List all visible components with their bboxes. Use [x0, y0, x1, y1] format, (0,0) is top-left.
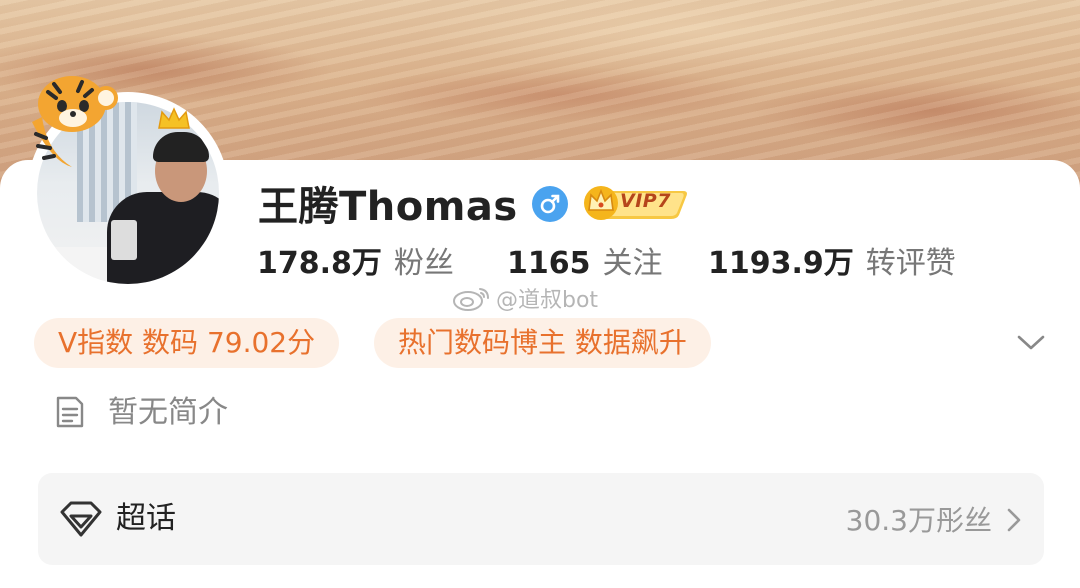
- v-index-tag[interactable]: V指数 数码 79.02分: [34, 318, 340, 368]
- watermark-text: @道叔bot: [496, 288, 599, 313]
- followers-count: 178.8万: [257, 246, 382, 281]
- weibo-logo-icon: [453, 288, 489, 311]
- followers-stat[interactable]: 178.8万 粉丝: [257, 244, 454, 284]
- diamond-icon: [60, 501, 102, 537]
- vip-label: VIP7: [620, 190, 671, 212]
- following-count: 1165: [507, 246, 591, 281]
- chevron-right-icon: [1007, 508, 1021, 532]
- watermark: @道叔bot: [452, 282, 598, 314]
- document-icon: [56, 396, 84, 428]
- following-label: 关注: [602, 246, 663, 281]
- interactions-stat[interactable]: 1193.9万 转评赞: [708, 244, 956, 284]
- tiger-pendant-icon: [32, 76, 118, 167]
- followers-label: 粉丝: [393, 246, 454, 281]
- chevron-down-icon[interactable]: [1016, 330, 1046, 354]
- interactions-count: 1193.9万: [708, 246, 854, 281]
- following-stat[interactable]: 1165 关注: [507, 244, 663, 284]
- super-topic-count: 30.3万彤丝: [845, 504, 992, 537]
- avatar-cup: [111, 220, 137, 260]
- super-topic-row[interactable]: 超话 30.3万彤丝: [38, 473, 1044, 565]
- avatar-person-hair: [153, 132, 209, 162]
- avatar-crown-icon: [158, 107, 190, 129]
- male-icon: [532, 186, 568, 222]
- hot-blogger-tag[interactable]: 热门数码博主 数据飙升: [374, 318, 711, 368]
- super-topic-title: 超话: [116, 501, 176, 536]
- intro-text: 暂无简介: [108, 395, 228, 430]
- profile-name: 王腾Thomas: [258, 184, 518, 230]
- interactions-label: 转评赞: [865, 246, 956, 281]
